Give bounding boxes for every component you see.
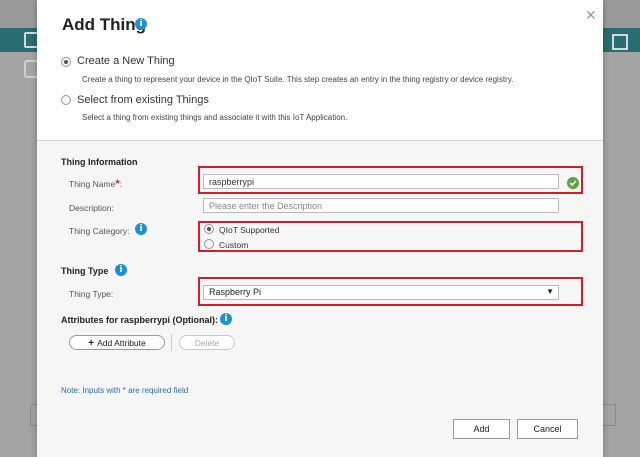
select-existing-things-label[interactable]: Select from existing Things [77,94,209,106]
thing-form: Thing Information Thing Name*: Descripti… [37,141,603,457]
thing-source-options: Create a New Thing Create a thing to rep… [37,40,603,140]
info-icon[interactable]: i [135,18,147,30]
cancel-button[interactable]: Cancel [517,419,578,439]
description-label: Description: [69,203,114,213]
info-icon[interactable]: i [115,264,127,276]
info-icon[interactable]: i [220,313,232,325]
add-attribute-button[interactable]: + Add Attribute [69,335,165,350]
button-separator [171,334,172,351]
custom-label[interactable]: Custom [219,240,248,250]
thing-category-label: Thing Category: [69,226,130,236]
thing-type-selected: Raspberry Pi [209,287,262,297]
radio-select-existing-things[interactable] [61,95,71,105]
plus-icon: + [88,338,95,349]
close-icon[interactable]: ✕ [585,7,597,24]
delete-attribute-button[interactable]: Delete [179,335,235,350]
thing-information-title: Thing Information [61,157,138,167]
select-existing-things-description: Select a thing from existing things and … [82,113,348,122]
thing-type-select[interactable]: Raspberry Pi ▼ [203,285,559,300]
thing-name-input[interactable] [203,174,559,189]
info-icon[interactable]: i [135,223,147,235]
dialog-header: Add Thing i ✕ [37,0,603,40]
create-new-thing-description: Create a thing to represent your device … [82,75,514,84]
thing-type-title: Thing Type [61,266,109,276]
thing-name-label: Thing Name*: [69,178,122,190]
add-thing-dialog: Add Thing i ✕ Create a New Thing Create … [37,0,603,457]
qiot-supported-label[interactable]: QIoT Supported [219,225,279,235]
description-input[interactable] [203,198,559,213]
dropdown-arrow-icon: ▼ [546,287,554,296]
create-new-thing-label[interactable]: Create a New Thing [77,55,175,67]
background-app-icon [612,34,628,50]
required-fields-note: Note: Inputs with * are required field [61,386,189,395]
radio-custom[interactable] [204,239,214,249]
attributes-title: Attributes for raspberrypi (Optional): [61,315,219,325]
dialog-title: Add Thing [62,15,147,34]
check-icon [567,177,579,189]
radio-create-new-thing[interactable] [61,57,71,67]
add-button[interactable]: Add [453,419,510,439]
radio-qiot-supported[interactable] [204,224,214,234]
thing-type-label: Thing Type: [69,289,114,299]
